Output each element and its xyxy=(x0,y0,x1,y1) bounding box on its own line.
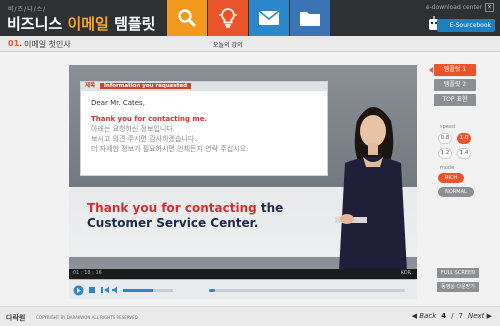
brand-title: 비즈니스 이메일 템플릿 xyxy=(7,13,155,34)
next-button[interactable]: Next ▶ xyxy=(468,312,492,320)
speed-option[interactable]: 1.0 xyxy=(457,133,471,144)
stop-button[interactable] xyxy=(86,284,98,296)
speed-option[interactable]: 1.2 xyxy=(438,148,452,159)
email-card: 제목 Information you requested Dear Mr. Ca… xyxy=(80,81,328,176)
subject-tag: 제목 xyxy=(85,83,96,89)
brand-title-accent: 이메일 xyxy=(67,15,109,33)
brand-title-main: 비즈니스 xyxy=(7,15,63,33)
email-subject: 제목 Information you requested xyxy=(81,82,327,91)
fullscreen-button[interactable]: FULL SCREEN xyxy=(437,268,479,278)
stop-icon xyxy=(89,287,95,293)
section-bar: 01. 이메일 첫인사 오늘의 강의 xyxy=(0,36,500,52)
play-button[interactable] xyxy=(72,284,84,296)
back-label: Back xyxy=(419,312,437,320)
speed-option[interactable]: 0.8 xyxy=(438,133,452,144)
speed-label: speed xyxy=(440,124,456,130)
email-line-ko-2: 보시고 의견 주시면 감사하겠습니다. xyxy=(91,135,197,143)
idea-button[interactable] xyxy=(208,0,248,36)
close-button[interactable]: ✕ xyxy=(485,3,494,12)
today-lecture-label: 오늘의 강의 xyxy=(213,42,243,49)
brand-subtitle: 비/즈/니/스/ xyxy=(8,6,47,13)
video-download-button[interactable]: 동영상 다운받기 xyxy=(437,282,479,292)
mail-icon xyxy=(258,10,280,25)
mode-options: RICH NORMAL xyxy=(430,173,494,197)
email-line-ko-1: 아래는 요청하신 정보입니다. xyxy=(91,125,175,133)
time-display: 01 : 18 : 16 xyxy=(73,270,102,276)
play-icon xyxy=(73,285,83,295)
subject-text: Information you requested xyxy=(99,83,192,89)
folder-button[interactable] xyxy=(290,0,330,36)
seek-fill xyxy=(209,289,215,292)
speaker-icon xyxy=(111,286,117,294)
volume-slider[interactable] xyxy=(123,289,173,292)
folder-icon xyxy=(300,12,320,26)
copyright-text: COPYRIGHT BY DARAKWON ALL RIGHTS RESERVE… xyxy=(36,315,138,320)
mode-option-normal[interactable]: NORMAL xyxy=(438,187,474,197)
email-line-ko-3: 더 자세한 정보가 필요하시면 언제든지 연락 주십시오. xyxy=(91,145,249,153)
footer: 다락원 COPYRIGHT BY DARAKWON ALL RIGHTS RES… xyxy=(0,306,500,326)
page-current: 4 xyxy=(441,312,447,320)
publisher-logo: 다락원 xyxy=(6,314,26,322)
mode-label: mode xyxy=(440,165,455,171)
mail-button[interactable] xyxy=(249,0,289,36)
search-icon xyxy=(178,9,196,27)
email-body: Dear Mr. Cates, Thank you for contacting… xyxy=(81,91,327,161)
mode-option-rich[interactable]: RICH xyxy=(438,173,464,183)
section-title: 이메일 첫인사 xyxy=(24,40,71,49)
section-number: 01. xyxy=(8,39,23,48)
control-bar xyxy=(69,279,417,299)
template-tab-2[interactable]: 템플릿 2 xyxy=(434,79,476,91)
seek-bar[interactable] xyxy=(209,289,405,292)
email-line-en: Thank you for contacting me. xyxy=(91,115,208,123)
presenter-figure xyxy=(335,107,407,269)
page-total: 7 xyxy=(458,312,463,320)
search-button[interactable] xyxy=(167,0,207,36)
brand-title-tail: 템플릿 xyxy=(114,15,156,33)
esourcebook-button[interactable]: E-Sourcebook xyxy=(437,19,495,32)
video-controls: 01 : 18 : 16 KOR xyxy=(69,269,417,299)
pager: ◀ Back 4 / 7 Next ▶ xyxy=(412,312,492,320)
lightbulb-icon xyxy=(219,8,237,28)
speed-options: 0.8 1.0 1.2 1.4 xyxy=(438,133,494,159)
video-caption: Thank you for contacting the Customer Se… xyxy=(87,201,327,231)
language-label: KOR xyxy=(400,270,411,276)
page-separator: / xyxy=(451,312,454,320)
video-stage[interactable]: 제목 Information you requested Dear Mr. Ca… xyxy=(69,65,417,269)
right-panel: 템플릿 1 템플릿 2 TOP 표현 speed 0.8 1.0 1.2 1.4 mode… xyxy=(429,64,494,201)
download-center-label: e-download center xyxy=(425,4,482,11)
email-greeting: Dear Mr. Cates, xyxy=(91,99,145,107)
speed-option[interactable]: 1.4 xyxy=(457,148,471,159)
next-label: Next xyxy=(467,312,485,320)
close-icon: ✕ xyxy=(486,4,493,11)
volume-fill xyxy=(123,289,153,292)
template-tab-1[interactable]: 템플릿 1 xyxy=(429,64,476,76)
rewind-icon xyxy=(100,287,109,293)
back-button[interactable]: ◀ Back xyxy=(412,312,437,320)
caption-highlight: Thank you for contacting xyxy=(87,201,257,215)
app-header: 비/즈/니/스/ 비즈니스 이메일 템플릿 e-download center xyxy=(0,0,500,36)
template-tab-3[interactable]: TOP 표현 xyxy=(434,94,476,106)
volume-button[interactable] xyxy=(109,284,121,296)
